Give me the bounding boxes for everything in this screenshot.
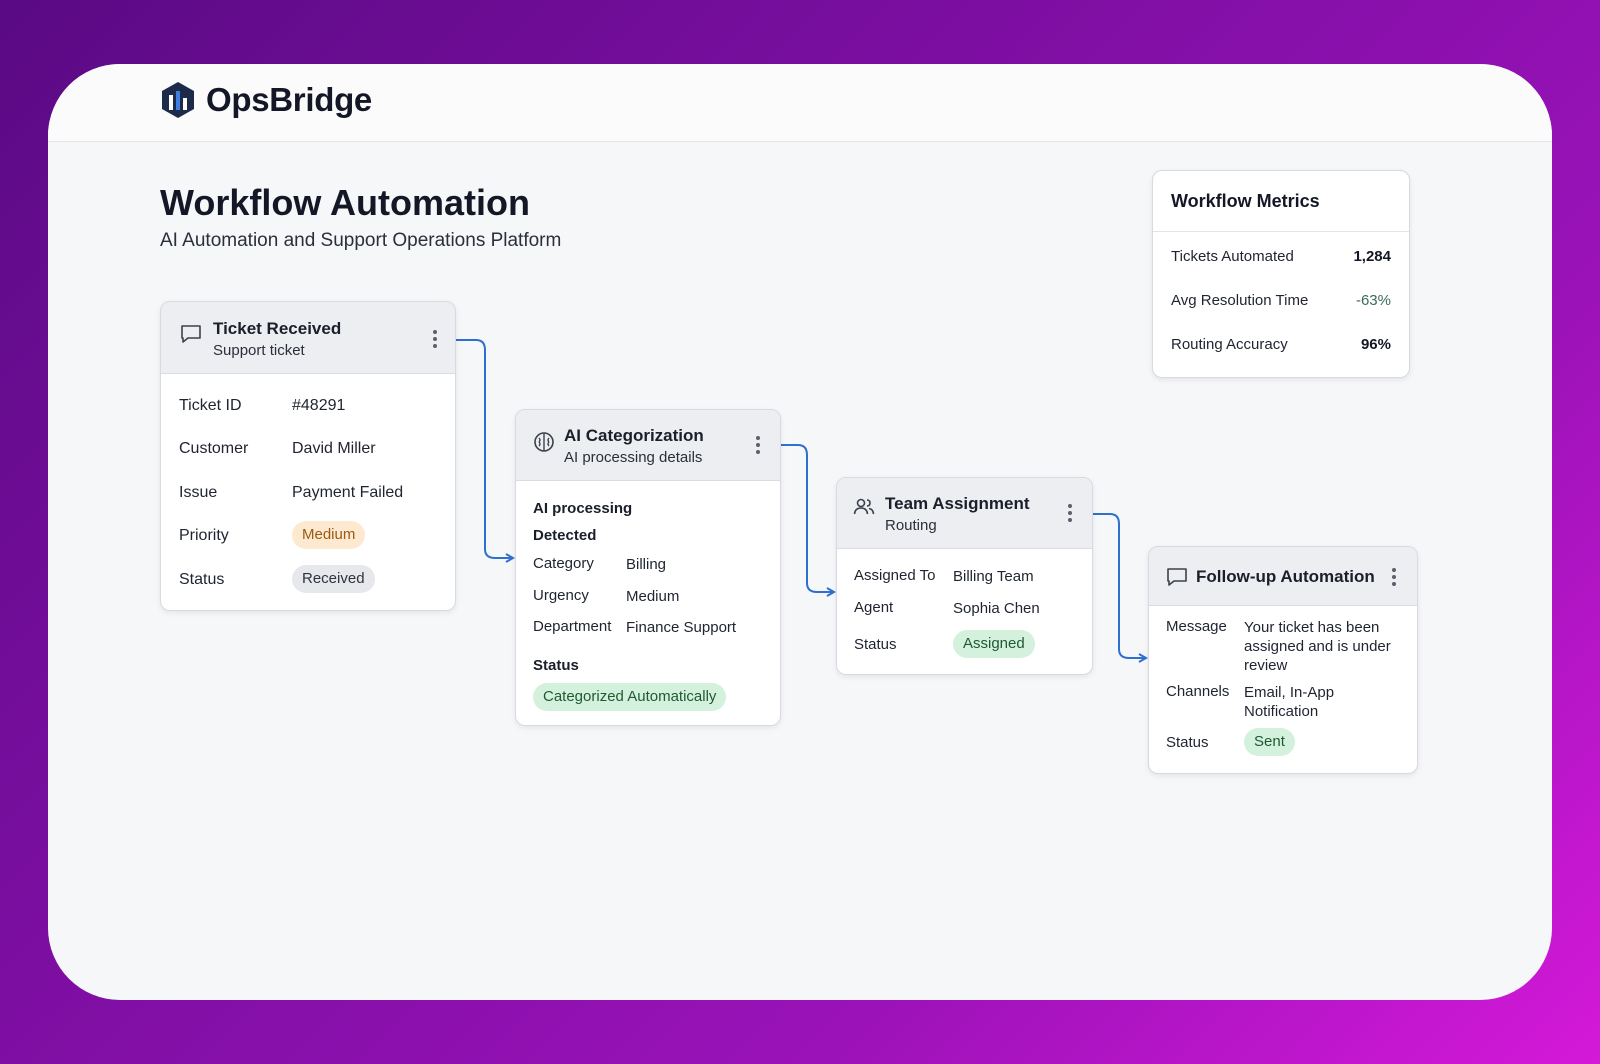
node-ai-categorization[interactable]: AI Categorization AI processing details … xyxy=(515,409,781,726)
more-options-icon[interactable] xyxy=(430,330,440,350)
assigned-to-value: Billing Team xyxy=(953,568,1034,585)
node-subtitle: Support ticket xyxy=(213,342,305,359)
field-label: Priority xyxy=(179,527,229,544)
node-title: Ticket Received xyxy=(213,319,342,338)
node-team-assignment[interactable]: Team Assignment Routing Assigned To Bill… xyxy=(836,477,1093,675)
channels-value: Email, In-App Notification xyxy=(1244,684,1335,720)
app-window: OpsBridge Workflow Automation AI Automat… xyxy=(48,64,1552,1000)
brand-name: OpsBridge xyxy=(206,81,372,118)
status-badge: Received xyxy=(292,565,375,593)
node-header: Team Assignment Routing xyxy=(837,478,1092,549)
chat-bubble-icon xyxy=(1167,568,1187,586)
category-value: Billing xyxy=(626,556,667,573)
field-label: Assigned To xyxy=(854,567,936,584)
node-subtitle: AI processing details xyxy=(564,449,703,466)
brain-icon xyxy=(534,432,554,452)
brand[interactable]: OpsBridge xyxy=(160,80,372,120)
issue-value: Payment Failed xyxy=(292,484,404,501)
more-options-icon[interactable] xyxy=(1389,568,1399,588)
field-label: Department xyxy=(533,618,612,635)
field-label: Urgency xyxy=(533,587,589,604)
field-label: Agent xyxy=(854,599,894,616)
status-badge: Sent xyxy=(1244,728,1295,756)
agent-value: Sophia Chen xyxy=(953,600,1040,617)
urgency-value: Medium xyxy=(626,588,680,605)
workflow-metrics-panel: Workflow Metrics Tickets Automated 1,284… xyxy=(1152,170,1410,378)
node-ticket-received[interactable]: Ticket Received Support ticket Ticket ID… xyxy=(160,301,456,611)
tickets-automated-value: 1,284 xyxy=(1353,248,1391,265)
metric-label: Avg Resolution Time xyxy=(1171,292,1309,309)
status-label: Status xyxy=(533,657,579,674)
more-options-icon[interactable] xyxy=(753,436,763,456)
field-label: Customer xyxy=(179,440,249,457)
metrics-title: Workflow Metrics xyxy=(1171,191,1320,211)
field-label: Channels xyxy=(1166,683,1230,700)
field-label: Ticket ID xyxy=(179,397,242,414)
node-subtitle: Routing xyxy=(885,517,937,534)
node-title: AI Categorization xyxy=(564,426,704,445)
detected-label: Detected xyxy=(533,527,597,544)
connector-ai-to-team xyxy=(781,444,834,592)
customer-value: David Miller xyxy=(292,440,376,457)
more-options-icon[interactable] xyxy=(1065,504,1075,524)
divider xyxy=(1153,231,1409,232)
node-header: AI Categorization AI processing details xyxy=(516,410,780,481)
field-label: Status xyxy=(1166,734,1209,751)
page-title: Workflow Automation xyxy=(160,182,530,223)
top-bar: OpsBridge xyxy=(48,64,1552,142)
avg-resolution-time-value: -63% xyxy=(1355,292,1391,309)
connector-team-to-followup xyxy=(1093,513,1146,658)
opsbridge-logo-icon xyxy=(162,82,194,118)
field-label: Status xyxy=(854,636,897,653)
node-follow-up-automation[interactable]: Follow-up Automation Message Your ticket… xyxy=(1148,546,1418,774)
department-value: Finance Support xyxy=(626,619,737,636)
status-badge: Assigned xyxy=(953,630,1035,658)
priority-badge: Medium xyxy=(292,521,366,549)
message-value: Your ticket has been assigned and is und… xyxy=(1244,619,1391,674)
field-label: Issue xyxy=(179,484,218,501)
node-header: Ticket Received Support ticket xyxy=(161,302,455,374)
routing-accuracy-value: 96% xyxy=(1360,336,1391,353)
status-badge: Categorized Automatically xyxy=(533,683,727,711)
metric-label: Tickets Automated xyxy=(1171,248,1294,265)
ticket-id-value: #48291 xyxy=(292,397,346,414)
node-title: Team Assignment xyxy=(885,494,1030,513)
field-label: Category xyxy=(533,555,594,572)
field-label: Status xyxy=(179,571,225,588)
field-label: Message xyxy=(1166,618,1227,635)
metric-label: Routing Accuracy xyxy=(1171,336,1288,353)
section-label: AI processing xyxy=(533,500,633,517)
page-subtitle: AI Automation and Support Operations Pla… xyxy=(160,230,562,251)
connector-ticket-to-ai xyxy=(456,339,513,558)
node-title: Follow-up Automation xyxy=(1196,567,1375,586)
chat-bubble-icon xyxy=(181,325,201,343)
users-icon xyxy=(853,498,875,515)
node-header: Follow-up Automation xyxy=(1149,547,1417,606)
